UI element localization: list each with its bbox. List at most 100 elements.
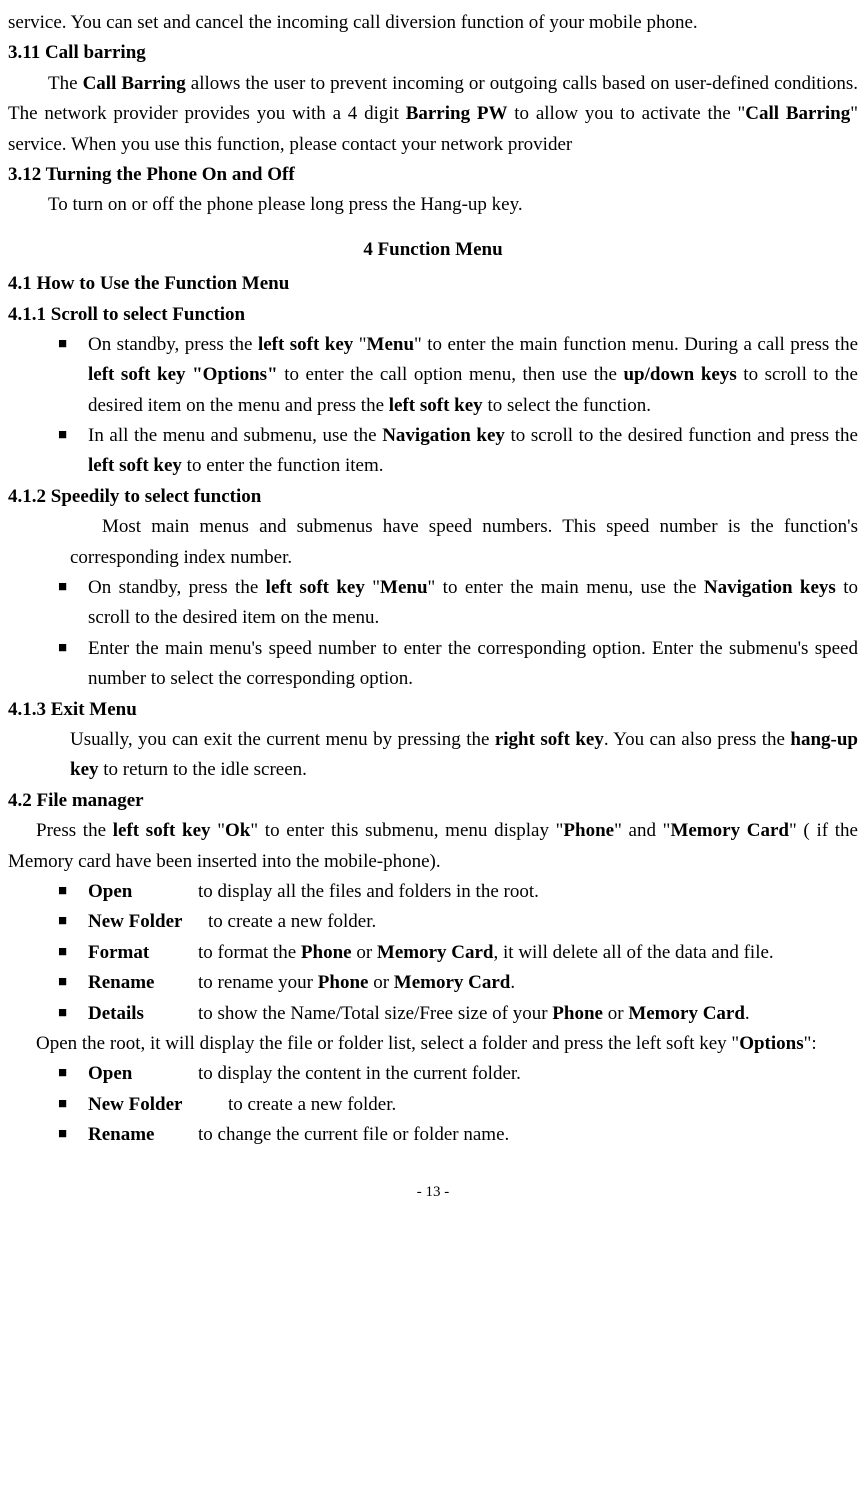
- text-bold: Menu: [380, 577, 428, 598]
- text: Enter the main menu's speed number to en…: [88, 634, 858, 695]
- desc: to display the content in the current fo…: [198, 1059, 858, 1089]
- text-bold: Phone: [552, 1003, 603, 1024]
- paragraph-open-root: Open the root, it will display the file …: [8, 1029, 858, 1059]
- text: to return to the idle screen.: [99, 759, 307, 780]
- intro-paragraph: service. You can set and cancel the inco…: [8, 8, 858, 38]
- term-open: Open: [88, 1059, 198, 1089]
- bullet-icon: ■: [58, 1059, 88, 1089]
- text: " and ": [614, 820, 670, 841]
- desc: to change the current file or folder nam…: [198, 1120, 858, 1150]
- paragraph-4-2: Press the left soft key "Ok" to enter th…: [8, 816, 858, 877]
- text: " to enter the main menu, use the: [428, 577, 704, 598]
- bullet-icon: ■: [58, 1120, 88, 1150]
- term-rename: Rename: [88, 968, 198, 998]
- text-bold: Phone: [318, 972, 369, 993]
- text: or: [368, 972, 393, 993]
- list-item: ■ Format to format the Phone or Memory C…: [8, 938, 858, 968]
- text: Press the: [36, 820, 113, 841]
- text: to scroll to the desired function and pr…: [505, 425, 858, 446]
- text-bold: Barring PW: [406, 103, 508, 124]
- text: or: [603, 1003, 628, 1024]
- list-item: ■ Open to display all the files and fold…: [8, 877, 858, 907]
- term-new-folder: New Folder: [88, 907, 208, 937]
- bullet-icon: ■: [58, 999, 88, 1029]
- bullet-icon: ■: [58, 330, 88, 421]
- desc: to create a new folder.: [208, 907, 858, 937]
- paragraph-4-1-2: Most main menus and submenus have speed …: [8, 512, 858, 573]
- text-bold: left soft key: [88, 455, 182, 476]
- text-bold: Phone: [301, 942, 352, 963]
- list-item: ■ New Folder to create a new folder.: [8, 907, 858, 937]
- term-open: Open: [88, 877, 198, 907]
- text: The: [48, 73, 83, 94]
- text-bold: right soft key: [495, 729, 604, 750]
- paragraph-3-12: To turn on or off the phone please long …: [8, 190, 858, 220]
- term-new-folder: New Folder: [88, 1090, 228, 1120]
- list-item: ■ On standby, press the left soft key "M…: [8, 330, 858, 421]
- text-bold: left soft key: [389, 395, 483, 416]
- text: ": [353, 334, 366, 355]
- text: to enter the call option menu, then use …: [278, 364, 624, 385]
- text: " to enter this submenu, menu display ": [250, 820, 563, 841]
- text-bold: Call Barring: [745, 103, 850, 124]
- text: to show the Name/Total size/Free size of…: [198, 1003, 552, 1024]
- text-bold: left soft key: [266, 577, 365, 598]
- bullet-icon: ■: [58, 877, 88, 907]
- text: ": [211, 820, 225, 841]
- heading-3-11: 3.11 Call barring: [8, 38, 858, 68]
- text: On standby, press the: [88, 334, 258, 355]
- bullet-icon: ■: [58, 938, 88, 968]
- list-item: ■ On standby, press the left soft key "M…: [8, 573, 858, 634]
- term-rename: Rename: [88, 1120, 198, 1150]
- text: , it will delete all of the data and fil…: [494, 942, 774, 963]
- list-item: ■ New Folder to create a new folder.: [8, 1090, 858, 1120]
- text-bold: Navigation keys: [704, 577, 836, 598]
- bullet-icon: ■: [58, 907, 88, 937]
- text-bold: Memory Card: [377, 942, 494, 963]
- text: to rename your: [198, 972, 318, 993]
- heading-4-1: 4.1 How to Use the Function Menu: [8, 269, 858, 299]
- bullet-icon: ■: [58, 634, 88, 695]
- text: to format the: [198, 942, 301, 963]
- heading-3-12: 3.12 Turning the Phone On and Off: [8, 160, 858, 190]
- list-item: ■ Rename to rename your Phone or Memory …: [8, 968, 858, 998]
- text: ": [365, 577, 380, 598]
- text-bold: Ok: [225, 820, 250, 841]
- text-bold: Call Barring: [83, 73, 186, 94]
- text: ":: [804, 1033, 817, 1054]
- text: .: [510, 972, 515, 993]
- text-bold: Memory Card: [670, 820, 789, 841]
- text: .: [745, 1003, 750, 1024]
- heading-4-1-2: 4.1.2 Speedily to select function: [8, 482, 858, 512]
- text: to select the function.: [483, 395, 651, 416]
- text-bold: Menu: [367, 334, 415, 355]
- paragraph-4-1-3: Usually, you can exit the current menu b…: [8, 725, 858, 786]
- text: Open the root, it will display the file …: [36, 1033, 739, 1054]
- text-bold: Memory Card: [394, 972, 511, 993]
- text: Usually, you can exit the current menu b…: [70, 729, 495, 750]
- list-item: ■ Open to display the content in the cur…: [8, 1059, 858, 1089]
- text-bold: Phone: [563, 820, 614, 841]
- text-bold: left soft key: [113, 820, 211, 841]
- term-details: Details: [88, 999, 198, 1029]
- text-bold: Options: [739, 1033, 803, 1054]
- heading-4-1-1: 4.1.1 Scroll to select Function: [8, 300, 858, 330]
- text: to allow you to activate the ": [507, 103, 745, 124]
- bullet-icon: ■: [58, 421, 88, 482]
- list-item: ■ Rename to change the current file or f…: [8, 1120, 858, 1150]
- text: On standby, press the: [88, 577, 266, 598]
- term-format: Format: [88, 938, 198, 968]
- text-bold: left soft key "Options": [88, 364, 278, 385]
- text-bold: Navigation key: [382, 425, 505, 446]
- text: or: [352, 942, 377, 963]
- text: to enter the function item.: [182, 455, 384, 476]
- bullet-icon: ■: [58, 968, 88, 998]
- bullet-icon: ■: [58, 573, 88, 634]
- heading-4-1-3: 4.1.3 Exit Menu: [8, 695, 858, 725]
- text: . You can also press the: [604, 729, 791, 750]
- text: " to enter the main function menu. Durin…: [414, 334, 858, 355]
- list-item: ■ Enter the main menu's speed number to …: [8, 634, 858, 695]
- paragraph-3-11: The Call Barring allows the user to prev…: [8, 69, 858, 160]
- heading-4: 4 Function Menu: [8, 235, 858, 265]
- text-bold: left soft key: [258, 334, 353, 355]
